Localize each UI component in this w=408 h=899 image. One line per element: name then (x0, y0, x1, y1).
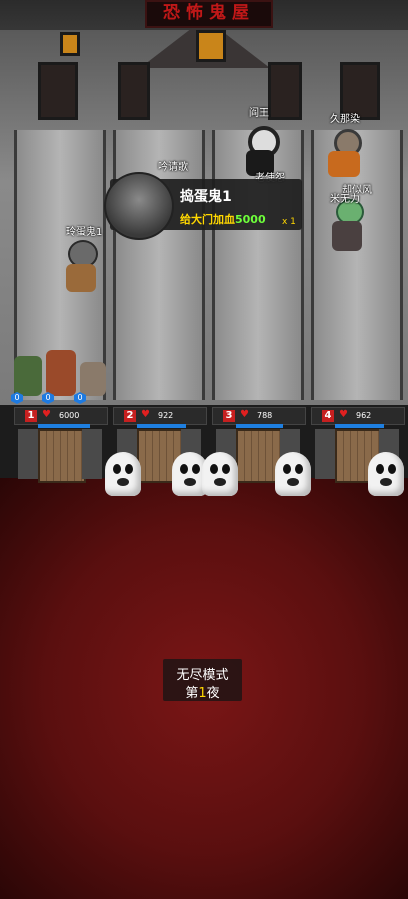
game-stage: 恐怖鬼屋 阎王 久那染 吟请歌 版主 老使怨 却似风 米无力 玲蛋鬼1 捣蛋鬼1… (0, 0, 408, 899)
gate-hp-bar (137, 424, 186, 428)
mode-title: 无尽模式 (176, 668, 229, 683)
heart-icon: ♥ (240, 409, 249, 420)
gate-hp-panel: 2 ♥ 922 (113, 407, 207, 425)
gate-number: 3 (223, 410, 235, 422)
night-suffix: 夜 (206, 686, 220, 701)
wooden-door (38, 429, 86, 483)
gate-hp-value: 922 (158, 411, 174, 420)
gate-hp-panel: 1 ♥ 6000 (14, 407, 108, 425)
spawn-unit (14, 356, 42, 396)
viking-body (66, 264, 96, 292)
tooltip-multiplier: x 1 (282, 217, 296, 227)
ghost-enemy[interactable] (275, 452, 311, 496)
tooltip-desc-value: 5000 (235, 213, 266, 226)
character-name: 阎王 (249, 108, 269, 119)
character-name: 米无力 (330, 194, 360, 205)
gate-hp-bar (38, 424, 90, 428)
character-viking[interactable] (60, 236, 104, 294)
tooltip-desc-prefix: 给大门加血 (180, 213, 235, 226)
character-name: 久那染 (330, 114, 360, 125)
house-window (118, 62, 150, 120)
gate-hp-bar (236, 424, 283, 428)
heart-icon: ♥ (141, 409, 150, 420)
gate-frame (82, 429, 102, 479)
gate-hp-value: 962 (356, 411, 372, 420)
character-name: 玲蛋鬼1 (66, 227, 103, 238)
zombie-body (332, 221, 362, 251)
tooltip-name: 捣蛋鬼1 (180, 189, 232, 205)
character-name: 吟请歌 (158, 162, 188, 173)
house-window-lit (196, 30, 226, 62)
gate-hp-panel: 4 ♥ 962 (311, 407, 405, 425)
spawn-unit (80, 362, 106, 396)
night-number: 1 (198, 686, 207, 701)
gate-hp-bar (335, 424, 384, 428)
ghost-enemy[interactable] (368, 452, 404, 496)
house-window-lit (60, 32, 80, 56)
house-window (268, 62, 302, 120)
gate-1[interactable]: 1 ♥ 6000 (14, 407, 108, 483)
game-title: 恐怖鬼屋 (145, 0, 273, 28)
gate-hp-value: 6000 (59, 411, 80, 420)
heart-icon: ♥ (42, 409, 51, 420)
spawn-group[interactable] (14, 350, 110, 402)
gate-number: 2 (124, 410, 136, 422)
gate-number: 1 (25, 410, 37, 422)
character-witch[interactable] (324, 125, 364, 180)
tooltip-portrait (104, 172, 174, 240)
night-counter: 第1夜 (163, 682, 242, 701)
gate-hp-panel: 3 ♥ 788 (212, 407, 306, 425)
gate-frame (315, 429, 335, 479)
tooltip-description: 给大门加血5000 (180, 211, 266, 227)
gate-number: 4 (322, 410, 334, 422)
house-window (38, 62, 78, 120)
ghost-enemy[interactable] (105, 452, 141, 496)
ghost-enemy[interactable] (202, 452, 238, 496)
night-prefix: 第 (185, 686, 199, 701)
gate-hp-value: 788 (257, 411, 273, 420)
spawn-unit (46, 350, 76, 396)
heart-icon: ♥ (339, 409, 348, 420)
gate-frame (18, 429, 38, 479)
flame-body (328, 151, 360, 177)
